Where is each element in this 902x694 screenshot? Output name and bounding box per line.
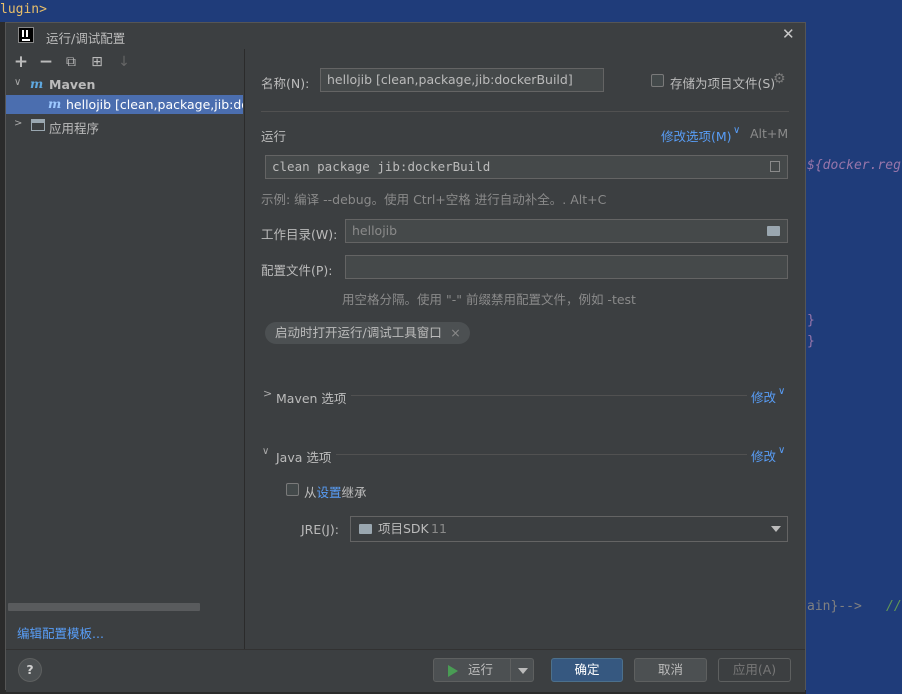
jre-version: 11 xyxy=(431,521,447,536)
chevron-down-icon[interactable]: ∨ xyxy=(262,446,269,457)
bg-code-line-3: } xyxy=(807,313,815,328)
workdir-label: 工作目录(W): xyxy=(261,227,338,242)
chevron-down-icon[interactable]: ∨ xyxy=(733,125,740,136)
expand-icon[interactable] xyxy=(770,161,780,172)
modify-options-shortcut: Alt+M xyxy=(750,126,789,141)
copy-icon[interactable]: ⧉ xyxy=(62,53,80,71)
separator xyxy=(261,111,789,112)
name-label: 名称(N): xyxy=(261,76,310,91)
separator xyxy=(351,395,747,396)
maven-icon: m xyxy=(30,76,44,91)
dialog-titlebar: 运行/调试配置 ✕ xyxy=(6,23,805,49)
sdk-folder-icon xyxy=(359,524,372,534)
tree-item-label: hellojib [clean,package,jib:dock xyxy=(66,97,243,112)
horizontal-scrollbar[interactable] xyxy=(8,603,200,611)
ok-button[interactable]: 确定 xyxy=(551,658,623,682)
bg-code-line-2: ${docker.reg xyxy=(807,158,901,173)
run-button[interactable]: 运行 xyxy=(433,658,511,682)
tree-group-maven[interactable]: Maven xyxy=(49,77,95,92)
profiles-hint: 用空格分隔。使用 "-" 前缀禁用配置文件，例如 -test xyxy=(342,292,636,307)
edit-templates-link[interactable]: 编辑配置模板... xyxy=(17,623,104,642)
run-button-label: 运行 xyxy=(468,662,494,677)
apply-button[interactable]: 应用(A) xyxy=(718,658,791,682)
sort-icon[interactable]: ↓ xyxy=(115,53,133,71)
chip-label: 启动时打开运行/调试工具窗口 xyxy=(275,325,442,340)
command-line-field[interactable]: clean package jib:dockerBuild xyxy=(265,155,788,179)
application-icon xyxy=(31,119,45,131)
bg-code-line-1: lugin> xyxy=(0,2,47,17)
editor-right-pane xyxy=(806,22,902,694)
modify-options-link[interactable]: 修改选项(M) xyxy=(661,126,732,145)
help-icon[interactable]: ? xyxy=(18,658,42,682)
dropdown-arrow-icon[interactable] xyxy=(771,526,781,532)
run-section-title: 运行 xyxy=(261,129,287,144)
open-tool-window-chip[interactable]: 启动时打开运行/调试工具窗口 × xyxy=(265,322,470,344)
run-dropdown-button[interactable] xyxy=(510,658,534,682)
store-as-project-file-label: 存储为项目文件(S) xyxy=(670,76,776,91)
new-folder-icon[interactable]: ⊞ xyxy=(88,53,106,71)
java-modify-link[interactable]: 修改 xyxy=(751,446,776,465)
separator xyxy=(336,454,747,455)
config-tree-panel: + − ⧉ ⊞ ↓ ∨ m Maven m hellojib [clean,pa… xyxy=(6,49,245,649)
dialog-title: 运行/调试配置 xyxy=(46,31,126,46)
folder-icon[interactable] xyxy=(767,226,780,236)
close-icon[interactable]: × xyxy=(450,322,460,344)
chevron-down-icon[interactable]: ∨ xyxy=(14,77,21,88)
jre-select[interactable]: 项目SDK 11 xyxy=(350,516,788,542)
maven-modify-link[interactable]: 修改 xyxy=(751,387,776,406)
bg-code-line-5: ain}--> xyxy=(807,599,862,614)
inherit-prefix: 从 xyxy=(304,485,317,500)
add-icon[interactable]: + xyxy=(12,53,30,71)
chevron-right-icon[interactable]: > xyxy=(263,387,272,400)
tree-item-hellojib[interactable]: m hellojib [clean,package,jib:dock xyxy=(6,95,243,114)
profiles-label: 配置文件(P): xyxy=(261,263,333,278)
command-hint: 示例: 编译 --debug。使用 Ctrl+空格 进行自动补全。. Alt+C xyxy=(261,192,607,207)
remove-icon[interactable]: − xyxy=(37,53,55,71)
workdir-value: hellojib xyxy=(352,223,398,238)
bg-code-line-6: // xyxy=(886,599,902,614)
dialog-footer: ? 运行 确定 取消 应用(A) xyxy=(6,649,805,692)
chevron-down-icon xyxy=(518,668,528,674)
jre-value: 项目SDK xyxy=(378,521,429,536)
workdir-field[interactable]: hellojib xyxy=(345,219,788,243)
store-as-project-file-checkbox[interactable] xyxy=(651,74,664,87)
bg-code-line-4: } xyxy=(807,334,815,349)
cancel-button[interactable]: 取消 xyxy=(634,658,707,682)
close-icon[interactable]: ✕ xyxy=(782,25,795,43)
inherit-checkbox[interactable] xyxy=(286,483,299,496)
chevron-down-icon[interactable]: ∨ xyxy=(778,386,785,397)
chevron-right-icon[interactable]: > xyxy=(14,118,22,129)
profiles-field[interactable] xyxy=(345,255,788,279)
config-form: 名称(N): hellojib [clean,package,jib:docke… xyxy=(245,49,805,649)
java-options-title[interactable]: Java 选项 xyxy=(276,447,331,466)
inherit-label: 从设置继承 xyxy=(304,482,367,501)
editor-top-strip xyxy=(0,0,902,22)
name-field[interactable]: hellojib [clean,package,jib:dockerBuild] xyxy=(320,68,604,92)
jre-label: JRE(J): xyxy=(301,522,339,537)
gear-icon[interactable]: ⚙ xyxy=(773,71,786,87)
run-icon xyxy=(448,665,458,677)
command-line-value: clean package jib:dockerBuild xyxy=(272,159,491,174)
inherit-suffix: 继承 xyxy=(341,485,367,500)
run-debug-config-dialog: 运行/调试配置 ✕ + − ⧉ ⊞ ↓ ∨ m Maven m hellojib… xyxy=(5,22,806,692)
intellij-logo-icon xyxy=(18,27,34,43)
settings-link[interactable]: 设置 xyxy=(317,485,342,500)
maven-icon: m xyxy=(48,96,62,111)
maven-options-title[interactable]: Maven 选项 xyxy=(276,388,346,407)
tree-group-application[interactable]: 应用程序 xyxy=(49,118,99,137)
chevron-down-icon[interactable]: ∨ xyxy=(778,445,785,456)
